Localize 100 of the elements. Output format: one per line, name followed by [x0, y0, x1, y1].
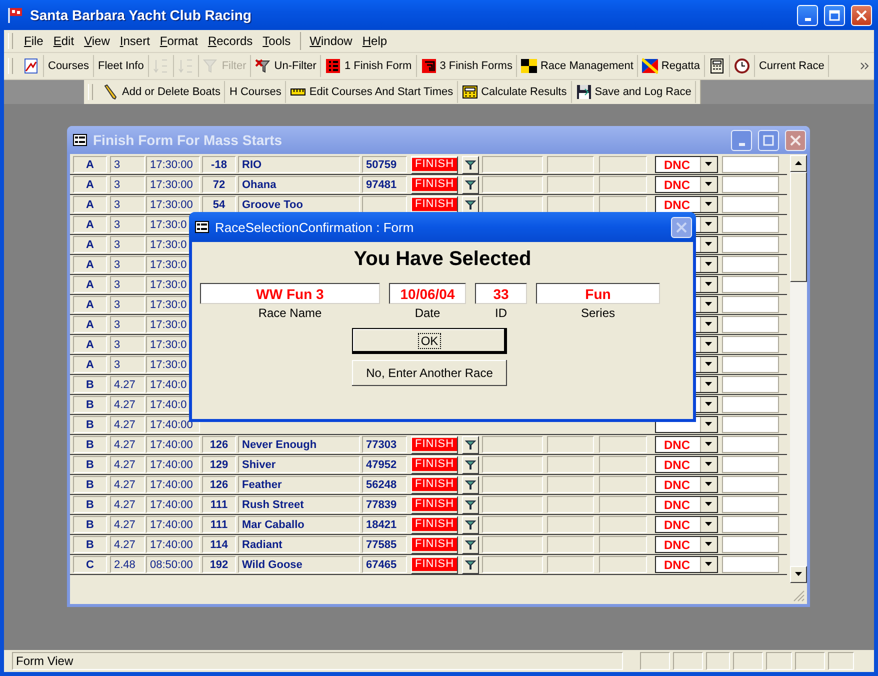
menu-item[interactable]: Records — [202, 32, 258, 50]
menu-item[interactable]: Window — [304, 32, 358, 50]
table-cell: 4.27 — [110, 436, 145, 453]
finish-button[interactable]: FINISH — [411, 456, 458, 474]
filter-button[interactable] — [462, 516, 479, 534]
filter-button[interactable] — [462, 496, 479, 514]
status-dropdown[interactable]: DNC — [655, 476, 718, 493]
toolbar-button[interactable]: Save and Log Race — [572, 81, 696, 103]
empty-cell — [547, 496, 594, 513]
dialog-button[interactable]: No, Enter Another Race — [352, 360, 507, 386]
status-dropdown[interactable]: DNC — [655, 156, 718, 173]
input-field[interactable] — [722, 496, 779, 513]
input-field[interactable] — [722, 376, 779, 393]
menu-item[interactable]: View — [79, 32, 115, 50]
input-field[interactable] — [722, 336, 779, 353]
funnel-icon — [465, 480, 476, 490]
toolbar-button[interactable]: Current Race — [754, 55, 830, 77]
toolbar-button[interactable]: Edit Courses And Start Times — [286, 81, 458, 103]
close-button[interactable] — [671, 216, 692, 238]
resize-grip-icon[interactable] — [793, 590, 805, 602]
finish-button[interactable]: FINISH — [411, 476, 458, 494]
table-cell: Rush Street — [238, 496, 360, 513]
finish-button[interactable]: FINISH — [411, 196, 458, 214]
menu-item[interactable]: Edit — [48, 32, 80, 50]
table-cell: Shiver — [238, 456, 360, 473]
dialog-button[interactable]: OK — [352, 328, 507, 354]
toolbar-button[interactable]: Un-Filter — [251, 55, 322, 77]
maximize-button[interactable] — [758, 130, 779, 150]
toolbar-button[interactable]: Fleet Info — [94, 55, 149, 77]
toolbar-button[interactable]: H Courses — [225, 81, 286, 103]
chevron-icon[interactable] — [860, 61, 870, 71]
status-dropdown[interactable]: DNC — [655, 536, 718, 553]
filter-button[interactable] — [462, 176, 479, 194]
close-button[interactable] — [785, 130, 806, 150]
input-field[interactable] — [722, 216, 779, 233]
minimize-button[interactable] — [731, 130, 752, 150]
menu-item[interactable]: Tools — [258, 32, 296, 50]
input-field[interactable] — [722, 236, 779, 253]
menu-item[interactable]: Help — [357, 32, 392, 50]
status-dropdown[interactable]: DNC — [655, 176, 718, 193]
finish-button[interactable]: FINISH — [411, 436, 458, 454]
empty-cell — [599, 556, 647, 573]
status-panel — [640, 652, 670, 670]
finish-button[interactable]: FINISH — [411, 156, 458, 174]
filter-button[interactable] — [462, 156, 479, 174]
filter-button[interactable] — [462, 556, 479, 574]
toolbar-button[interactable]: Race Management — [517, 55, 638, 77]
empty-cell — [362, 196, 407, 213]
status-dropdown[interactable]: DNC — [655, 496, 718, 513]
toolbar-button[interactable]: Add or Delete Boats — [99, 81, 226, 103]
input-field[interactable] — [722, 476, 779, 493]
filter-button[interactable] — [462, 196, 479, 214]
input-field[interactable] — [722, 556, 779, 573]
table-cell: 17:40:00 — [146, 536, 200, 553]
checkered-flag-icon — [521, 58, 538, 74]
dropdown-arrow-icon — [705, 442, 713, 447]
table-cell: 47952 — [362, 456, 407, 473]
input-field[interactable] — [722, 296, 779, 313]
toolbar-button[interactable]: 1 Finish Form — [321, 55, 417, 77]
table-cell: 3 — [110, 356, 145, 373]
status-dropdown[interactable]: DNC — [655, 196, 718, 213]
scrollbar[interactable] — [790, 155, 807, 583]
status-dropdown[interactable]: DNC — [655, 516, 718, 533]
input-field[interactable] — [722, 356, 779, 373]
finish-button[interactable]: FINISH — [411, 556, 458, 574]
menu-item[interactable]: File — [19, 32, 48, 50]
empty-cell — [599, 496, 647, 513]
status-dropdown[interactable]: DNC — [655, 456, 718, 473]
input-field[interactable] — [722, 196, 779, 213]
menu-item[interactable]: Format — [154, 32, 203, 50]
toolbar-button[interactable]: 3 Finish Forms — [416, 55, 518, 77]
input-field[interactable] — [722, 436, 779, 453]
input-field[interactable] — [722, 256, 779, 273]
dropdown-arrow-icon — [705, 262, 713, 267]
table-cell: 54 — [202, 196, 236, 213]
filter-button[interactable] — [462, 436, 479, 454]
finish-button[interactable]: FINISH — [411, 516, 458, 534]
finish-button[interactable]: FINISH — [411, 176, 458, 194]
input-field[interactable] — [722, 456, 779, 473]
table-cell: 126 — [202, 476, 236, 493]
finish-button[interactable]: FINISH — [411, 496, 458, 514]
toolbar-button[interactable]: Regatta — [638, 55, 705, 77]
filter-button[interactable] — [462, 476, 479, 494]
status-dropdown[interactable]: DNC — [655, 556, 718, 573]
input-field[interactable] — [722, 416, 779, 433]
input-field[interactable] — [722, 316, 779, 333]
toolbar-button[interactable]: Courses — [44, 55, 94, 77]
filter-button[interactable] — [462, 536, 479, 554]
filter-button[interactable] — [462, 456, 479, 474]
input-field[interactable] — [722, 156, 779, 173]
toolbar-button[interactable]: Calculate Results — [458, 81, 572, 103]
input-field[interactable] — [722, 176, 779, 193]
finish-button[interactable]: FINISH — [411, 536, 458, 554]
input-field[interactable] — [722, 516, 779, 533]
table-cell: A — [73, 176, 107, 193]
status-dropdown[interactable]: DNC — [655, 436, 718, 453]
menu-item[interactable]: Insert — [114, 32, 155, 50]
input-field[interactable] — [722, 396, 779, 413]
input-field[interactable] — [722, 276, 779, 293]
input-field[interactable] — [722, 536, 779, 553]
